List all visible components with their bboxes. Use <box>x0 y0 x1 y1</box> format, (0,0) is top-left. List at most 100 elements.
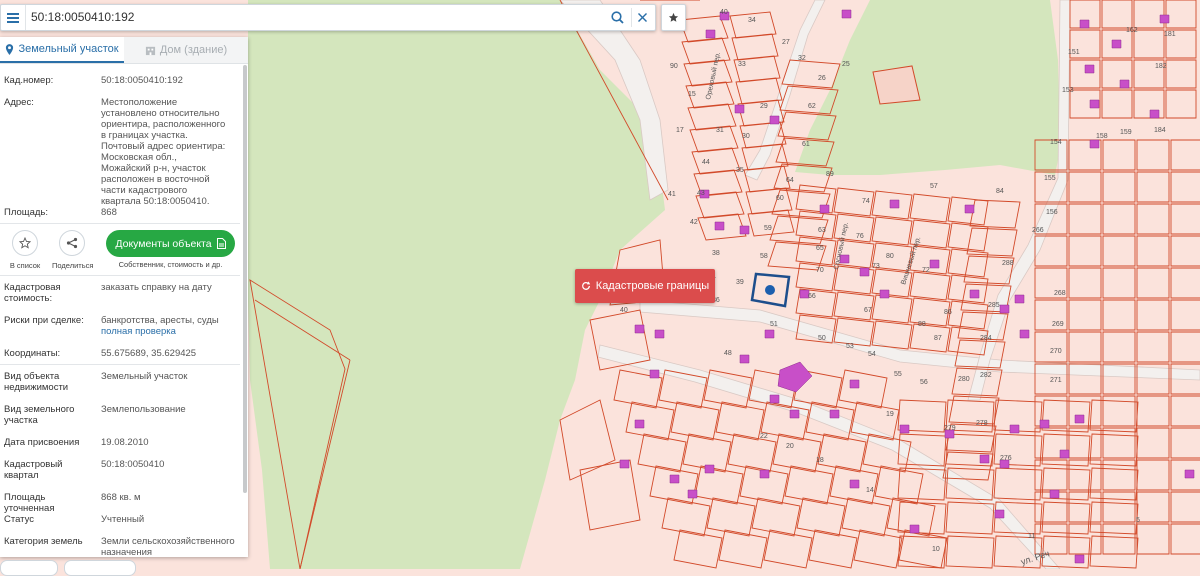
cad-cost-link[interactable]: заказать справку на дату <box>101 282 241 293</box>
building <box>1184 469 1195 479</box>
building <box>1089 139 1100 149</box>
plot-number: 20 <box>786 443 794 450</box>
building <box>979 454 990 464</box>
bottom-control-left[interactable] <box>0 560 58 576</box>
cad-cost-label: Кадастровая стоимость: <box>4 282 61 304</box>
category-label: Категория земель <box>4 536 83 547</box>
building <box>619 459 630 469</box>
plot-number: 51 <box>770 321 778 328</box>
plot-number: 153 <box>1062 87 1074 94</box>
menu-button[interactable] <box>1 5 26 30</box>
plot-number: 162 <box>1126 27 1138 34</box>
add-to-list-action[interactable]: В список <box>5 230 45 270</box>
info-panel: Земельный участок Дом (здание) Кад.номер… <box>0 37 248 557</box>
object-type-label: Вид объекта недвижимости <box>4 371 69 393</box>
add-to-list-label: В список <box>9 261 41 270</box>
tab-building[interactable]: Дом (здание) <box>124 37 248 63</box>
plot-number: 17 <box>676 127 684 134</box>
plot-number: 63 <box>818 227 826 234</box>
clear-button[interactable] <box>631 8 652 27</box>
plot-number: 88 <box>918 321 926 328</box>
plot-number: 39 <box>736 279 744 286</box>
plot-number: 34 <box>748 17 756 24</box>
plot-number: 271 <box>1050 377 1062 384</box>
building <box>1159 14 1170 24</box>
plot-number: 61 <box>802 141 810 148</box>
row-land-type: Вид земельного участка Землепользование <box>4 404 238 428</box>
area-value: 868 <box>101 207 117 218</box>
quarter-value: 50:18:0050410 <box>101 459 165 470</box>
document-icon <box>216 238 226 249</box>
plot-number: 56 <box>920 379 928 386</box>
risks-value: банкротства, аресты, суды полная проверк… <box>101 315 241 337</box>
plot-number: 55 <box>894 371 902 378</box>
plot-number: 184 <box>1154 127 1166 134</box>
row-quarter: Кадастровый квартал 50:18:0050410 <box>4 459 238 483</box>
plot-number: 30 <box>742 133 750 140</box>
object-type-value: Земельный участок <box>101 371 188 382</box>
plot-number: 282 <box>980 372 992 379</box>
plot-number: 60 <box>776 195 784 202</box>
plot-number: 80 <box>886 253 894 260</box>
quarter-label: Кадастровый квартал <box>4 459 63 481</box>
building <box>654 329 665 339</box>
plot-number: 159 <box>1120 129 1132 136</box>
hamburger-icon <box>7 12 19 23</box>
plot-number: 26 <box>818 75 826 82</box>
plot-number: 50 <box>818 335 826 342</box>
cad-number-link[interactable]: 50:18:0050410:192 <box>101 75 241 86</box>
status-label: Статус <box>4 514 35 525</box>
add-to-list-button[interactable] <box>12 230 38 256</box>
plot-number: 10 <box>932 546 940 553</box>
object-documents-label: Документы объекта <box>115 237 212 250</box>
plot-number: 266 <box>1032 227 1044 234</box>
cadastral-boundaries-button[interactable]: Кадастровые границы <box>575 269 715 303</box>
share-action[interactable]: Поделиться <box>52 230 93 270</box>
share-button[interactable] <box>59 230 85 256</box>
bottom-control-right[interactable] <box>64 560 136 576</box>
plot-number: 87 <box>934 335 942 342</box>
building <box>819 204 830 214</box>
building <box>1119 79 1130 89</box>
building <box>1079 19 1090 29</box>
plot-number: 43 <box>697 190 705 197</box>
risks-label: Риски при сделке: <box>4 315 84 326</box>
selected-plot-marker[interactable] <box>765 285 775 295</box>
building <box>909 524 920 534</box>
building <box>1009 424 1020 434</box>
object-documents-button[interactable]: Документы объекта <box>106 230 235 257</box>
building <box>769 394 780 404</box>
search-input[interactable] <box>31 7 591 27</box>
location-pin-icon <box>6 43 14 55</box>
tab-land-plot[interactable]: Земельный участок <box>0 37 124 63</box>
building <box>899 424 910 434</box>
panel-scrollbar[interactable] <box>243 65 247 493</box>
building <box>705 29 716 39</box>
plot-number: 70 <box>816 267 824 274</box>
row-address: Адрес: Местоположение установлено относи… <box>4 97 238 207</box>
plot-number: 31 <box>716 127 724 134</box>
land-type-value: Землепользование <box>101 404 186 415</box>
building <box>759 469 770 479</box>
plot-number: 62 <box>808 103 816 110</box>
search-button[interactable] <box>607 8 627 27</box>
star-icon <box>668 12 679 22</box>
row-object-type: Вид объекта недвижимости Земельный участ… <box>4 371 238 395</box>
building <box>704 464 715 474</box>
plot-number: 59 <box>764 225 772 232</box>
plot-number: 74 <box>862 198 870 205</box>
building <box>769 115 780 125</box>
plot-number: 54 <box>868 351 876 358</box>
building <box>1059 449 1070 459</box>
area-precise-label: Площадь уточненная <box>4 492 55 514</box>
plot-number: 73 <box>872 263 880 270</box>
plot-number: 89 <box>826 171 834 178</box>
favorites-button[interactable] <box>661 4 686 31</box>
plot-number: 11 <box>1028 533 1035 540</box>
refresh-icon <box>581 281 590 290</box>
coordinates-label: Координаты: <box>4 348 61 359</box>
plot-number: 280 <box>958 376 970 383</box>
plot-number: 276 <box>1000 455 1012 462</box>
full-check-link[interactable]: полная проверка <box>101 326 176 337</box>
plot-number: 40 <box>620 307 628 314</box>
